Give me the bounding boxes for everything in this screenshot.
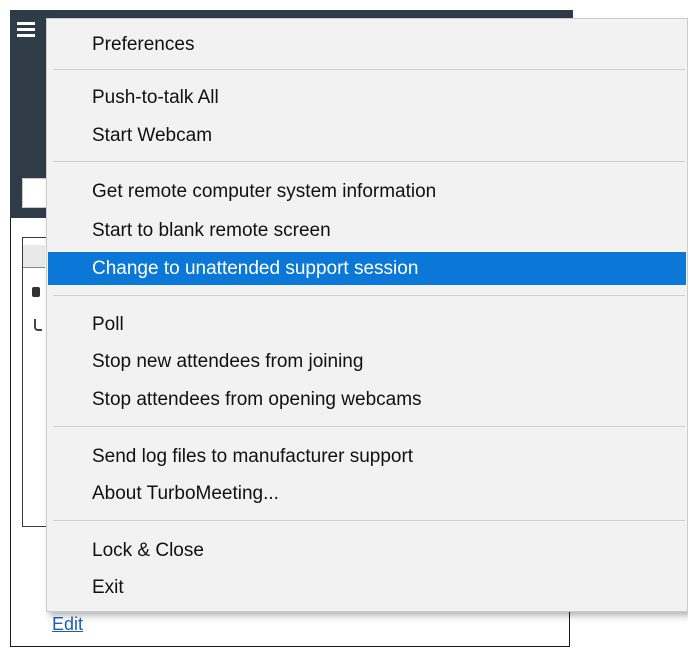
menu-item-send-log-files[interactable]: Send log files to manufacturer support — [48, 442, 686, 472]
menu-item-exit[interactable]: Exit — [48, 573, 686, 603]
menu-item-push-to-talk-all[interactable]: Push-to-talk All — [48, 83, 686, 113]
edit-link[interactable]: Edit — [52, 614, 83, 635]
menu-item-unattended-support-session[interactable]: Change to unattended support session — [48, 252, 686, 285]
menu-separator — [53, 426, 685, 427]
menu-item-about[interactable]: About TurboMeeting... — [48, 479, 686, 509]
menu-item-start-webcam[interactable]: Start Webcam — [48, 121, 686, 151]
menu-item-get-remote-system-info[interactable]: Get remote computer system information — [48, 177, 686, 207]
attendee-list-header[interactable] — [23, 245, 45, 268]
user-icon — [34, 319, 42, 331]
hamburger-icon[interactable] — [17, 22, 35, 38]
menu-item-blank-remote-screen[interactable]: Start to blank remote screen — [48, 216, 686, 246]
menu-item-stop-attendee-webcams[interactable]: Stop attendees from opening webcams — [48, 385, 686, 415]
attendee-list — [22, 237, 47, 527]
menu-item-poll[interactable]: Poll — [48, 310, 686, 340]
menu-item-preferences[interactable]: Preferences — [48, 30, 686, 60]
menu-item-lock-close[interactable]: Lock & Close — [48, 536, 686, 566]
microphone-icon — [32, 287, 40, 297]
menu-separator — [53, 295, 685, 296]
menu-separator — [53, 520, 685, 521]
context-menu: Preferences Push-to-talk All Start Webca… — [46, 18, 688, 612]
menu-item-stop-new-attendees[interactable]: Stop new attendees from joining — [48, 347, 686, 377]
menu-separator — [53, 161, 685, 162]
menu-separator — [53, 69, 685, 70]
